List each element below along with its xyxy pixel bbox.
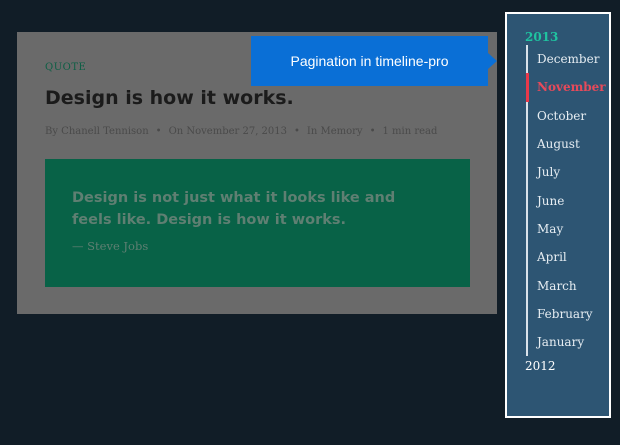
timeline-month-may[interactable]: May xyxy=(526,214,606,244)
post-meta: By Chanell Tennison • On November 27, 20… xyxy=(45,126,469,137)
timeline-month-july[interactable]: July xyxy=(526,158,606,187)
timeline-month-march[interactable]: March xyxy=(526,271,606,300)
year-previous[interactable]: 2012 xyxy=(525,359,556,373)
meta-category[interactable]: In Memory xyxy=(307,126,363,137)
quote-text: Design is not just what it looks like an… xyxy=(72,190,396,228)
meta-date[interactable]: On November 27, 2013 xyxy=(169,126,287,137)
timeline-month-june[interactable]: June xyxy=(526,186,606,215)
timeline-month-august[interactable]: August xyxy=(526,129,606,159)
meta-separator: • xyxy=(155,126,162,137)
timeline-month-november[interactable]: November xyxy=(526,73,606,102)
timeline-month-october[interactable]: October xyxy=(526,101,606,130)
timeline-month-january[interactable]: January xyxy=(526,327,606,357)
timeline-month-december[interactable]: December xyxy=(526,45,606,74)
year-current[interactable]: 2013 xyxy=(525,30,558,44)
timeline-pagination: 2013 December November October August July Ju… xyxy=(505,12,611,418)
meta-read-time: 1 min read xyxy=(382,126,438,137)
timeline-month-april[interactable]: April xyxy=(526,243,606,272)
quote-author: — Steve Jobs xyxy=(72,239,149,253)
month-list: December November October August July June May… xyxy=(526,45,606,357)
pagination-tooltip: Pagination in timeline-pro xyxy=(251,36,497,86)
tooltip-text: Pagination in timeline-pro xyxy=(290,53,449,69)
timeline-month-february[interactable]: February xyxy=(526,299,606,328)
meta-separator: • xyxy=(369,126,376,137)
quote-block: Design is not just what it looks like an… xyxy=(45,159,470,287)
meta-author[interactable]: By Chanell Tennison xyxy=(45,126,149,137)
meta-separator: • xyxy=(294,126,300,137)
post-title[interactable]: Design is how it works. xyxy=(45,87,469,109)
